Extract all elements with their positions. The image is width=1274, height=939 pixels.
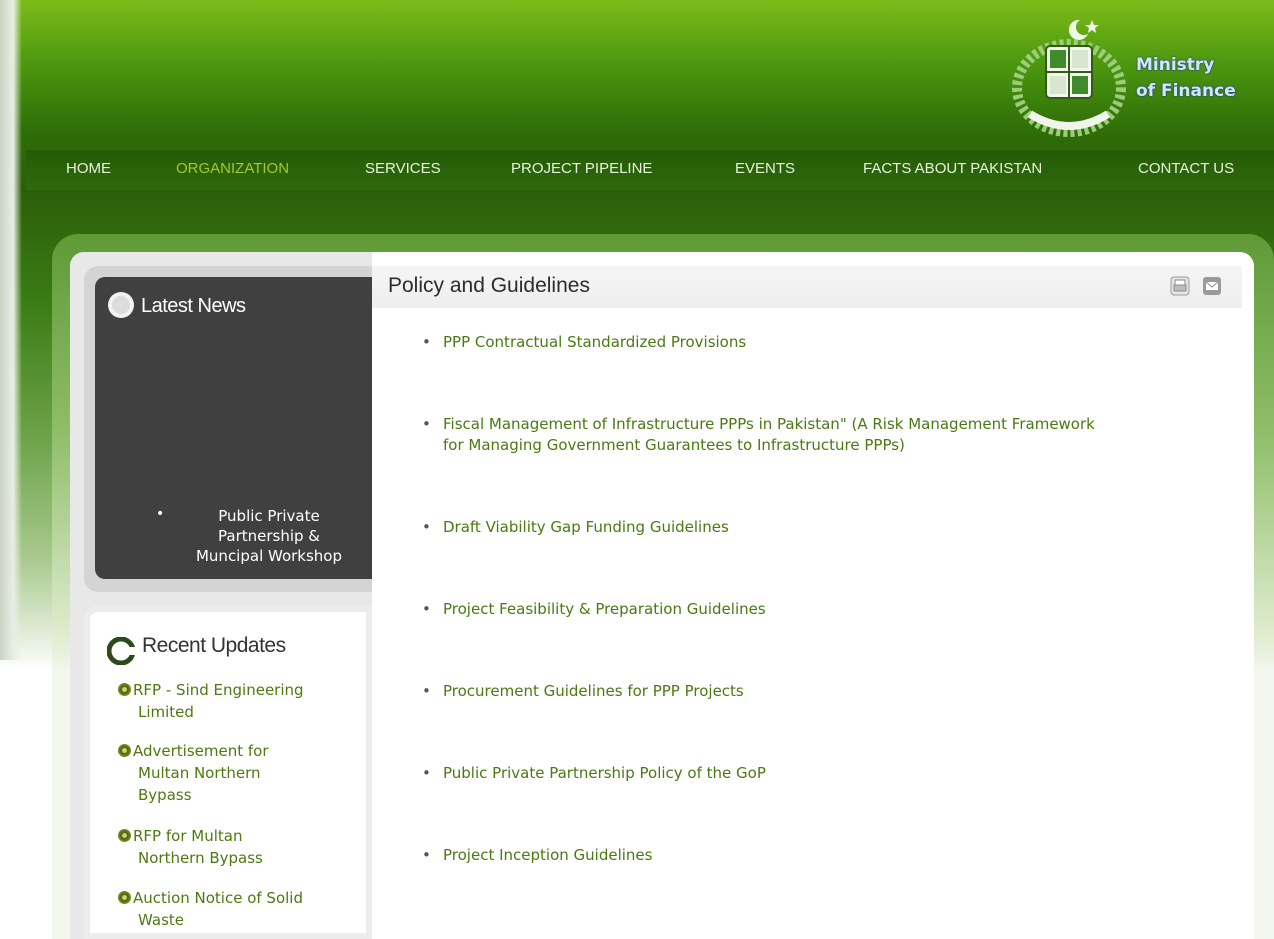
list-item-text[interactable]: for Managing Government Guarantees to In… xyxy=(422,435,1222,456)
list-item-text[interactable]: Public Private Partnership Policy of the… xyxy=(422,763,1222,784)
news-item-line-3[interactable]: Muncipal Workshop xyxy=(170,546,368,566)
update-item[interactable]: Advertisement for Multan Northern Bypass xyxy=(118,740,348,806)
update-item[interactable]: Auction Notice of Solid Waste xyxy=(118,887,348,931)
email-icon[interactable] xyxy=(1202,276,1222,296)
latest-news-title: Latest News xyxy=(141,295,246,317)
brand-line-1: Ministry xyxy=(1136,55,1215,75)
nav-item-contact-us[interactable]: CONTACT US xyxy=(1138,160,1234,177)
state-emblem-icon xyxy=(1012,19,1126,137)
news-item-line-1[interactable]: Public Private xyxy=(170,506,368,526)
bullet: • xyxy=(422,333,431,351)
update-item-line[interactable]: Northern Bypass xyxy=(118,847,348,869)
print-icon[interactable] xyxy=(1170,276,1190,296)
recent-updates-title: Recent Updates xyxy=(142,634,286,657)
list-item[interactable]: • Public Private Partnership Policy of t… xyxy=(422,763,1222,784)
list-item-text[interactable]: Fiscal Management of Infrastructure PPPs… xyxy=(422,414,1222,435)
news-bullet: • xyxy=(156,506,165,522)
news-item-line-2[interactable]: Partnership & xyxy=(170,526,368,546)
list-item-text[interactable]: PPP Contractual Standardized Provisions xyxy=(422,332,1222,353)
bullet: • xyxy=(422,415,431,433)
list-item[interactable]: • Project Inception Guidelines xyxy=(422,845,1222,866)
bullet-dot-icon xyxy=(118,683,131,696)
list-item[interactable]: • Procurement Guidelines for PPP Project… xyxy=(422,681,1222,702)
update-item-line[interactable]: Advertisement for xyxy=(133,742,269,760)
list-item-text[interactable]: Project Inception Guidelines xyxy=(422,845,1222,866)
page-title: Policy and Guidelines xyxy=(388,274,590,297)
update-item-line[interactable]: Limited xyxy=(118,701,348,723)
nav-item-organization[interactable]: ORGANIZATION xyxy=(176,160,289,177)
left-edge-shadow xyxy=(0,0,22,660)
list-item[interactable]: • Fiscal Management of Infrastructure PP… xyxy=(422,414,1222,456)
refresh-icon xyxy=(107,637,135,665)
update-item[interactable]: RFP for Multan Northern Bypass xyxy=(118,825,348,869)
nav-item-home[interactable]: HOME xyxy=(66,160,111,177)
update-item-line[interactable]: Waste xyxy=(118,909,348,931)
list-item[interactable]: • Project Feasibility & Preparation Guid… xyxy=(422,599,1222,620)
list-item-text[interactable]: Draft Viability Gap Funding Guidelines xyxy=(422,517,1222,538)
bullet: • xyxy=(422,764,431,782)
update-item-line[interactable]: Multan Northern xyxy=(118,762,348,784)
update-item-line[interactable]: RFP for Multan xyxy=(133,827,242,845)
update-item-line[interactable]: RFP - Sind Engineering xyxy=(133,681,304,699)
bullet-dot-icon xyxy=(118,891,131,904)
list-item[interactable]: • Draft Viability Gap Funding Guidelines xyxy=(422,517,1222,538)
bullet: • xyxy=(422,846,431,864)
news-item[interactable]: Public Private Partnership & Muncipal Wo… xyxy=(170,506,368,566)
bullet-dot-icon xyxy=(118,829,131,842)
update-item-line[interactable]: Bypass xyxy=(118,784,348,806)
list-item-text[interactable]: Procurement Guidelines for PPP Projects xyxy=(422,681,1222,702)
bullet: • xyxy=(422,600,431,618)
brand-line-2: of Finance xyxy=(1136,81,1236,101)
update-item[interactable]: RFP - Sind Engineering Limited xyxy=(118,679,348,723)
nav-item-services[interactable]: SERVICES xyxy=(365,160,441,177)
bullet: • xyxy=(422,682,431,700)
list-item-text[interactable]: Project Feasibility & Preparation Guidel… xyxy=(422,599,1222,620)
bullet: • xyxy=(422,518,431,536)
nav-item-facts-about-pakistan[interactable]: FACTS ABOUT PAKISTAN xyxy=(863,160,1042,177)
list-item[interactable]: • PPP Contractual Standardized Provision… xyxy=(422,332,1222,353)
update-item-line[interactable]: Auction Notice of Solid xyxy=(133,889,303,907)
news-circle-icon xyxy=(108,292,134,318)
nav-item-events[interactable]: EVENTS xyxy=(735,160,795,177)
bullet-dot-icon xyxy=(118,744,131,757)
nav-item-project-pipeline[interactable]: PROJECT PIPELINE xyxy=(511,160,652,177)
brand-name: Ministry of Finance xyxy=(1136,52,1266,104)
